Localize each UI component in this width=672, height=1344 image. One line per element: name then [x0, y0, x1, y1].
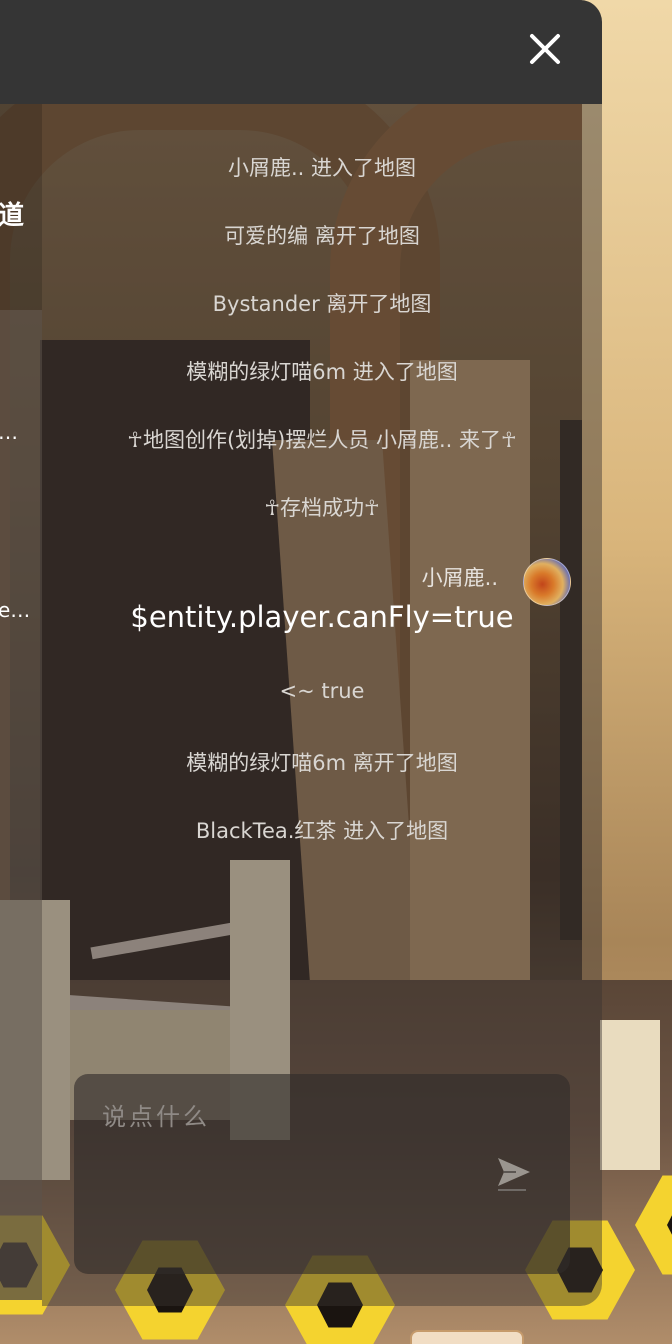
system-message: 模糊的绿灯喵6m 离开了地图 — [186, 751, 458, 775]
scene-block — [600, 1020, 660, 1170]
system-message: ☥存档成功☥ — [264, 496, 380, 520]
send-icon — [498, 1158, 530, 1191]
player-message: 小屑鹿.. $entity.player.canFly=true — [42, 556, 602, 646]
system-message: <~ true — [279, 679, 365, 703]
close-icon — [530, 34, 560, 64]
player-message-text: $entity.player.canFly=true — [130, 600, 514, 634]
player-name: 小屑鹿.. — [421, 566, 498, 590]
bottom-tab[interactable] — [410, 1330, 524, 1344]
player-avatar[interactable] — [523, 558, 571, 606]
system-message: 模糊的绿灯喵6m 进入了地图 — [186, 360, 458, 384]
system-message: 小屑鹿.. 进入了地图 — [227, 156, 417, 180]
chat-input-box — [74, 1074, 570, 1274]
send-button[interactable] — [492, 1150, 536, 1194]
chat-input[interactable] — [100, 1096, 484, 1138]
system-message: ☥地图创作(划掉)摆烂人员 小屑鹿.. 来了☥ — [127, 428, 517, 452]
system-message: Bystander 离开了地图 — [212, 292, 432, 316]
chat-panel: 小屑鹿.. 进入了地图 可爱的编 离开了地图 Bystander 离开了地图 模… — [0, 0, 602, 1306]
system-message: BlackTea.红茶 进入了地图 — [195, 819, 449, 843]
close-button[interactable] — [518, 22, 572, 76]
system-message: 可爱的编 离开了地图 — [224, 224, 420, 248]
chat-header — [0, 0, 602, 104]
